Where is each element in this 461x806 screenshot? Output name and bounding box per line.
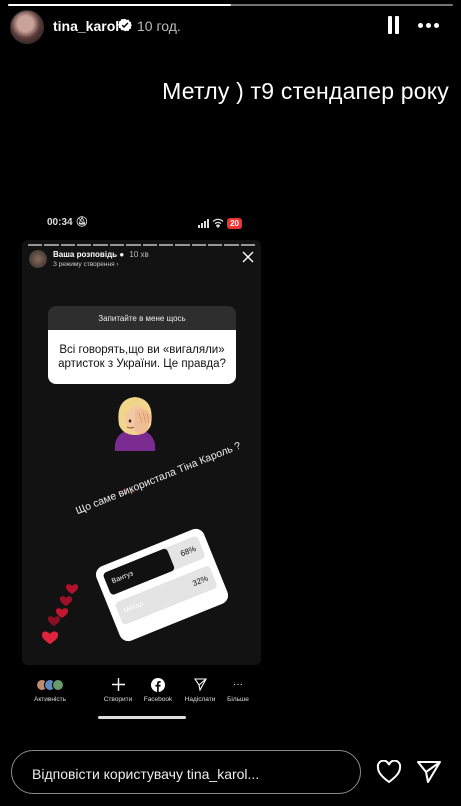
story-header: tina_karol 10 год. bbox=[0, 8, 461, 44]
poll-option-fill bbox=[114, 603, 124, 626]
nav-more-label: Більше bbox=[227, 696, 249, 703]
embedded-story-screenshot: Ваша розповідь ● 10 хв З режиму створенн… bbox=[22, 240, 261, 665]
wifi-icon bbox=[212, 218, 224, 228]
close-icon bbox=[242, 251, 254, 263]
send-message-icon[interactable] bbox=[416, 760, 442, 784]
screenshot-time: 00:34 🔕︎ bbox=[47, 217, 89, 228]
signal-icon bbox=[198, 218, 210, 228]
verified-badge-icon bbox=[118, 18, 132, 32]
inner-story-subtitle: З режиму створення › bbox=[53, 261, 119, 268]
more-horizontal-icon: ··· bbox=[233, 679, 243, 690]
reply-placeholder: Відповісти користувачу tina_karol... bbox=[32, 766, 260, 782]
send-icon bbox=[180, 676, 220, 693]
poll-option-label: Метал bbox=[122, 600, 145, 615]
inner-verified-icon: ● bbox=[119, 250, 125, 259]
nav-send-label: Надіслати bbox=[184, 696, 216, 703]
question-card-header: Запитайте в мене щось bbox=[48, 306, 236, 330]
floating-hearts-icon bbox=[42, 584, 79, 644]
nav-activity: Активність bbox=[30, 676, 70, 703]
activity-avatars bbox=[30, 676, 70, 693]
silent-bell-icon: 🔕︎ bbox=[75, 217, 89, 228]
story-progress-bar bbox=[8, 4, 453, 6]
story-username[interactable]: tina_karol bbox=[53, 18, 119, 34]
inner-story-nav: Активність Створити Facebook Надіслати ·… bbox=[30, 676, 255, 712]
question-card-text: Всі говорять,що ви «вигаляли» артисток з… bbox=[48, 330, 236, 384]
poll-sticker: Вантуз 68% Метал 32% bbox=[93, 526, 231, 644]
heart-icon[interactable] bbox=[376, 760, 402, 784]
pause-button[interactable] bbox=[385, 16, 401, 34]
more-options-button[interactable] bbox=[418, 16, 440, 34]
inner-story-progress bbox=[28, 244, 256, 246]
nav-create-label: Створити bbox=[103, 696, 133, 703]
nav-activity-label: Активність bbox=[34, 696, 66, 703]
home-indicator bbox=[98, 716, 186, 719]
avatar[interactable] bbox=[10, 10, 44, 44]
battery-indicator: 20 bbox=[227, 217, 242, 229]
quiz-question: Що саме використала Тіна Кароль ? bbox=[74, 439, 243, 518]
inner-avatar bbox=[29, 250, 47, 268]
nav-facebook-label: Facebook bbox=[143, 696, 173, 703]
plus-icon bbox=[98, 676, 138, 693]
nav-more: ··· Більше bbox=[218, 676, 258, 703]
story-time: 10 год. bbox=[137, 18, 181, 34]
story-caption: Метлу ) т9 стендапер року bbox=[162, 78, 449, 104]
inner-story-title: Ваша розповідь ● 10 хв bbox=[53, 250, 149, 259]
facebook-icon bbox=[138, 676, 178, 693]
poll-option-percent: 32% bbox=[191, 573, 210, 589]
facepalm-emoji-icon bbox=[114, 397, 156, 451]
reply-input[interactable]: Відповісти користувачу tina_karol... bbox=[11, 750, 361, 794]
nav-facebook: Facebook bbox=[138, 676, 178, 703]
screenshot-status-icons: 20 bbox=[198, 216, 242, 230]
story-progress-fill bbox=[8, 4, 231, 6]
nav-send: Надіслати bbox=[180, 676, 220, 703]
screenshot-status-bar: 00:34 🔕︎ 20 bbox=[47, 216, 242, 232]
nav-create: Створити bbox=[98, 676, 138, 703]
poll-option-percent: 68% bbox=[179, 544, 198, 559]
